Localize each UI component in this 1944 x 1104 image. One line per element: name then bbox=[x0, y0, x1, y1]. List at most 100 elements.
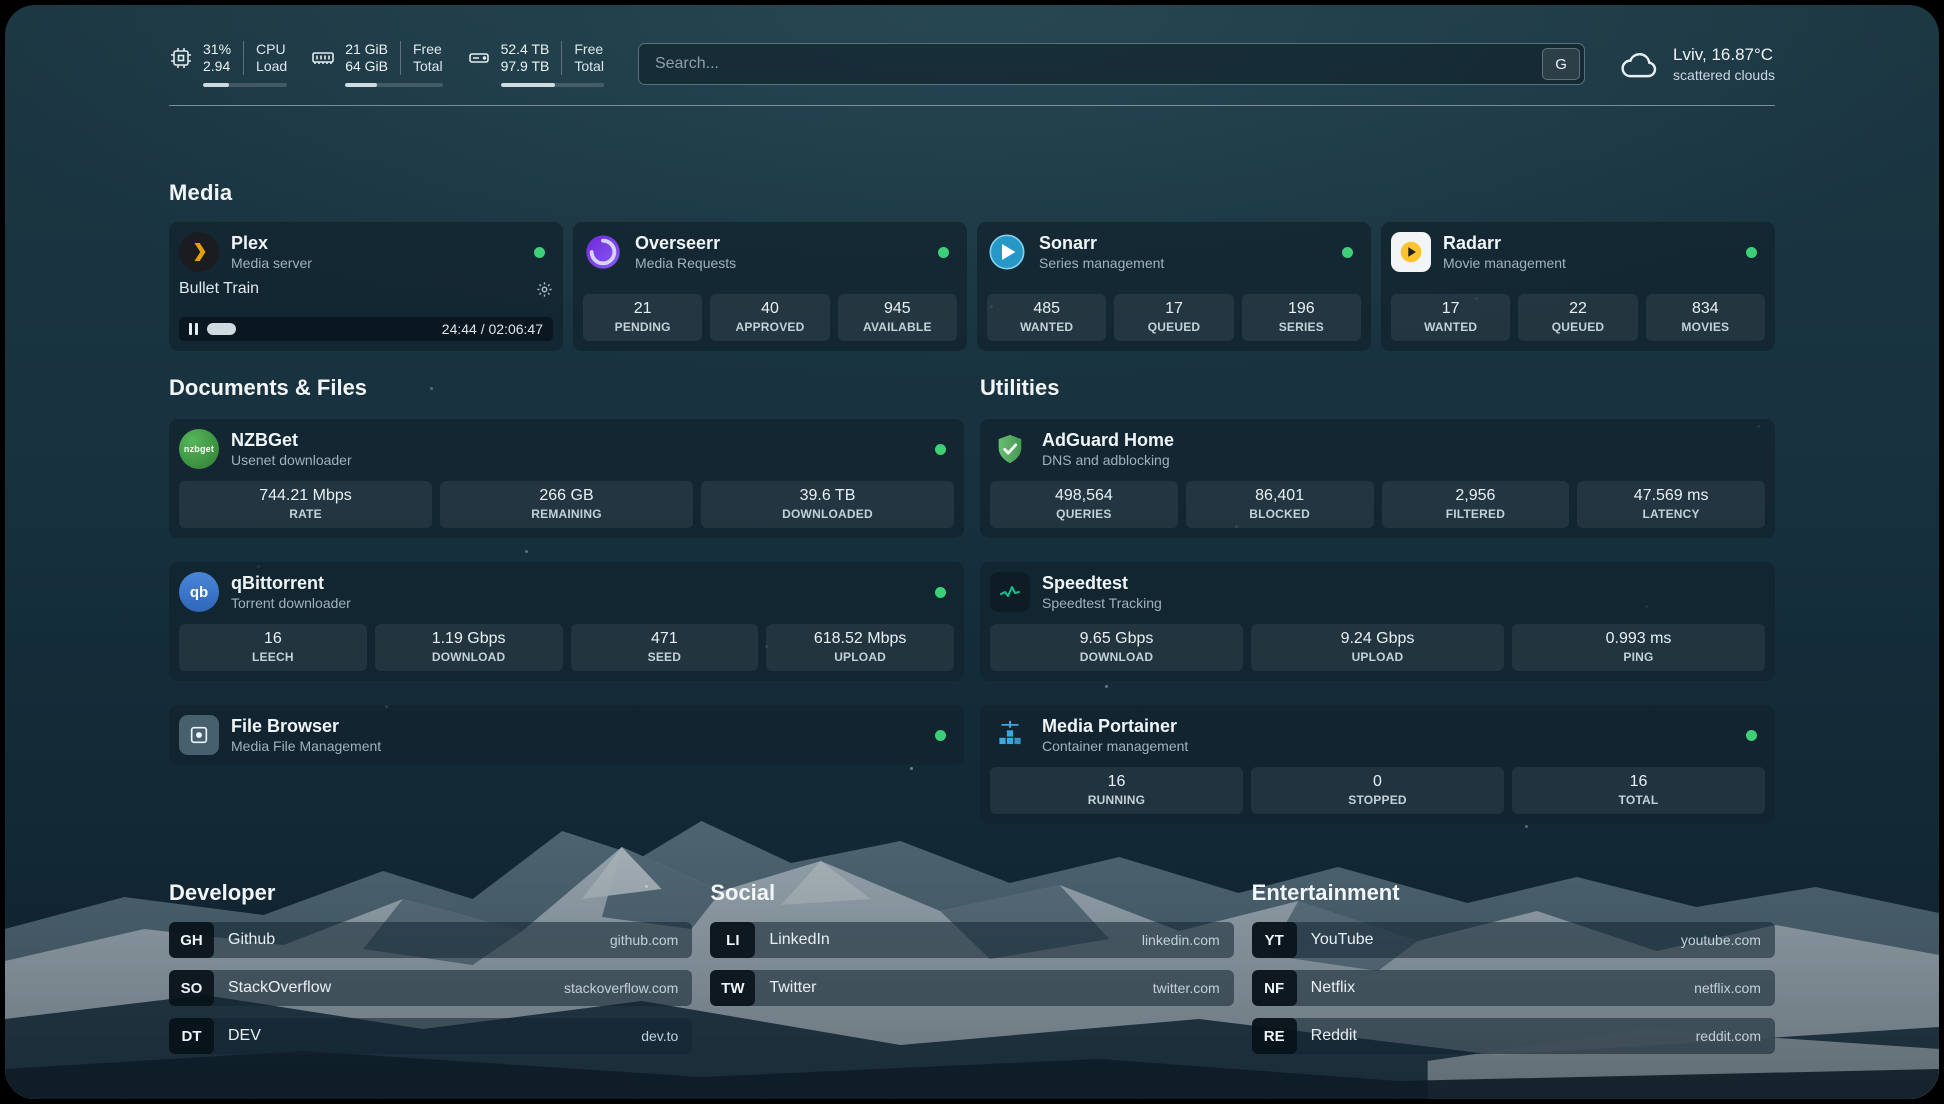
service-card-adguard[interactable]: AdGuard Home DNS and adblocking 498,564 … bbox=[980, 419, 1775, 538]
bookmark-netflix[interactable]: NF Netflix netflix.com bbox=[1252, 970, 1775, 1006]
disk-free-value: 52.4 TB bbox=[501, 41, 550, 58]
plex-icon bbox=[179, 232, 219, 272]
memory-usage-bar-fill bbox=[345, 83, 377, 87]
service-card-filebrowser[interactable]: File Browser Media File Management bbox=[169, 705, 964, 765]
stat-running: 16 RUNNING bbox=[990, 767, 1243, 814]
weather-condition: scattered clouds bbox=[1673, 67, 1775, 84]
bookmark-stackoverflow[interactable]: SO StackOverflow stackoverflow.com bbox=[169, 970, 692, 1006]
service-card-overseerr[interactable]: Overseerr Media Requests 21 PENDING 40 A… bbox=[573, 222, 967, 351]
bookmark-reddit[interactable]: RE Reddit reddit.com bbox=[1252, 1018, 1775, 1054]
disk-widget: 52.4 TB 97.9 TB Free Total bbox=[467, 41, 604, 87]
bookmark-github[interactable]: GH Github github.com bbox=[169, 922, 692, 958]
status-dot bbox=[1342, 247, 1353, 258]
service-subtitle: DNS and adblocking bbox=[1042, 452, 1174, 469]
qbittorrent-icon: qb bbox=[179, 572, 219, 612]
cloud-icon bbox=[1619, 48, 1661, 80]
top-bar: 31% 2.94 CPU Load bbox=[169, 5, 1775, 87]
status-dot bbox=[1746, 247, 1757, 258]
bookmark-abbr: YT bbox=[1252, 922, 1297, 958]
stat-pending: 21 PENDING bbox=[583, 294, 702, 341]
bookmark-dev[interactable]: DT DEV dev.to bbox=[169, 1018, 692, 1054]
stat-latency: 47.569 ms LATENCY bbox=[1577, 481, 1765, 528]
playback-progress-fill bbox=[207, 323, 236, 335]
disk-icon bbox=[467, 46, 491, 70]
service-name: File Browser bbox=[231, 715, 381, 737]
cpu-icon bbox=[169, 46, 193, 70]
memory-free-value: 21 GiB bbox=[345, 41, 388, 58]
bookmark-abbr: SO bbox=[169, 970, 214, 1006]
status-dot bbox=[1746, 730, 1757, 741]
bookmark-linkedin[interactable]: LI LinkedIn linkedin.com bbox=[710, 922, 1233, 958]
stat-stopped: 0 STOPPED bbox=[1251, 767, 1504, 814]
service-name: Plex bbox=[231, 232, 312, 254]
bookmark-youtube[interactable]: YT YouTube youtube.com bbox=[1252, 922, 1775, 958]
bookmark-group-social: Social LI LinkedIn linkedin.com TW Twitt… bbox=[710, 880, 1233, 1006]
stat-leech: 16 LEECH bbox=[179, 624, 367, 671]
service-subtitle: Media File Management bbox=[231, 738, 381, 755]
memory-widget: 21 GiB 64 GiB Free Total bbox=[311, 41, 442, 87]
search-input[interactable] bbox=[638, 43, 1585, 85]
stat-wanted: 485 WANTED bbox=[987, 294, 1106, 341]
cpu-label-bottom: Load bbox=[256, 58, 287, 75]
now-playing-title: Bullet Train bbox=[179, 280, 259, 298]
service-card-qbittorrent[interactable]: qb qBittorrent Torrent downloader 16 bbox=[169, 562, 964, 681]
gear-icon[interactable] bbox=[536, 281, 553, 298]
stat-seed: 471 SEED bbox=[571, 624, 759, 671]
service-card-nzbget[interactable]: nzbget NZBGet Usenet downloader 744.21 M… bbox=[169, 419, 964, 538]
service-name: Radarr bbox=[1443, 232, 1566, 254]
stat-download: 9.65 Gbps DOWNLOAD bbox=[990, 624, 1243, 671]
bookmark-group-title: Entertainment bbox=[1252, 880, 1775, 906]
status-dot bbox=[935, 730, 946, 741]
service-subtitle: Media Requests bbox=[635, 255, 736, 272]
service-subtitle: Torrent downloader bbox=[231, 595, 351, 612]
adguard-icon bbox=[990, 429, 1030, 469]
bookmark-abbr: DT bbox=[169, 1018, 214, 1054]
stat-total: 16 TOTAL bbox=[1512, 767, 1765, 814]
status-dot bbox=[935, 444, 946, 455]
stat-queued: 17 QUEUED bbox=[1114, 294, 1233, 341]
stat-movies: 834 MOVIES bbox=[1646, 294, 1765, 341]
service-card-speedtest[interactable]: Speedtest Speedtest Tracking 9.65 Gbps D… bbox=[980, 562, 1775, 681]
cpu-usage-bar-fill bbox=[203, 83, 229, 87]
section-title-media: Media bbox=[169, 180, 1775, 206]
service-card-radarr[interactable]: Radarr Movie management 17 WANTED 22 QUE… bbox=[1381, 222, 1775, 351]
service-subtitle: Usenet downloader bbox=[231, 452, 352, 469]
nzbget-icon: nzbget bbox=[179, 429, 219, 469]
bookmark-abbr: GH bbox=[169, 922, 214, 958]
system-monitor-group: 31% 2.94 CPU Load bbox=[169, 41, 604, 87]
cpu-widget: 31% 2.94 CPU Load bbox=[169, 41, 287, 87]
service-name: Sonarr bbox=[1039, 232, 1164, 254]
bookmark-twitter[interactable]: TW Twitter twitter.com bbox=[710, 970, 1233, 1006]
search-provider-button[interactable]: G bbox=[1542, 48, 1580, 80]
disk-usage-bar-fill bbox=[501, 83, 556, 87]
section-utilities: Utilities bbox=[980, 375, 1775, 824]
cpu-label-top: CPU bbox=[256, 41, 287, 58]
bookmark-abbr: LI bbox=[710, 922, 755, 958]
service-card-portainer[interactable]: Media Portainer Container management 16 … bbox=[980, 705, 1775, 824]
service-card-plex[interactable]: Plex Media server Bullet Train bbox=[169, 222, 563, 351]
status-dot bbox=[935, 587, 946, 598]
playback-progress-bar[interactable] bbox=[207, 323, 433, 335]
sonarr-icon bbox=[987, 232, 1027, 272]
service-name: qBittorrent bbox=[231, 572, 351, 594]
service-subtitle: Container management bbox=[1042, 738, 1188, 755]
stat-wanted: 17 WANTED bbox=[1391, 294, 1510, 341]
filebrowser-icon bbox=[179, 715, 219, 755]
service-subtitle: Series management bbox=[1039, 255, 1164, 272]
disk-total-value: 97.9 TB bbox=[501, 58, 550, 75]
stat-filtered: 2,956 FILTERED bbox=[1382, 481, 1570, 528]
disk-label-bottom: Total bbox=[574, 58, 604, 75]
bookmark-group-title: Developer bbox=[169, 880, 692, 906]
stat-ping: 0.993 ms PING bbox=[1512, 624, 1765, 671]
dashboard: 31% 2.94 CPU Load bbox=[5, 5, 1939, 1099]
section-media: Media Plex Media server bbox=[169, 180, 1775, 351]
bookmark-group-entertainment: Entertainment YT YouTube youtube.com NF … bbox=[1252, 880, 1775, 1054]
service-subtitle: Speedtest Tracking bbox=[1042, 595, 1162, 612]
bookmark-abbr: TW bbox=[710, 970, 755, 1006]
status-dot bbox=[534, 247, 545, 258]
service-card-sonarr[interactable]: Sonarr Series management 485 WANTED 17 Q… bbox=[977, 222, 1371, 351]
stat-download: 1.19 Gbps DOWNLOAD bbox=[375, 624, 563, 671]
service-name: Speedtest bbox=[1042, 572, 1162, 594]
pause-icon[interactable] bbox=[189, 323, 198, 335]
section-title-documents: Documents & Files bbox=[169, 375, 964, 401]
